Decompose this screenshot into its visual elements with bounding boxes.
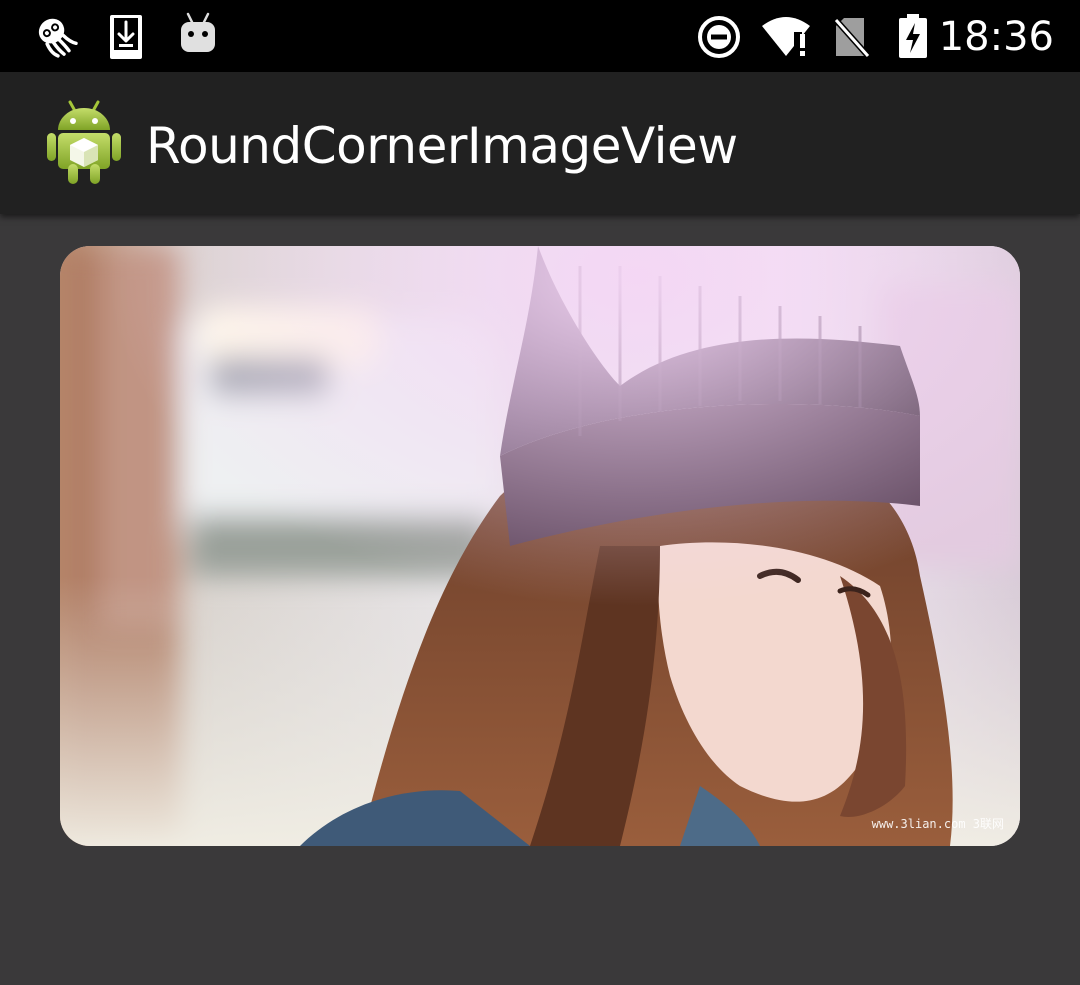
- content-area: www.3lian.com 3联网: [0, 214, 1080, 985]
- android-robot-icon: [181, 12, 215, 52]
- image-watermark: www.3lian.com 3联网: [871, 817, 1004, 831]
- do-not-disturb-icon: [698, 16, 740, 58]
- app-bar: RoundCornerImageView: [0, 72, 1080, 214]
- app-title: RoundCornerImageView: [146, 117, 738, 175]
- wifi-alert-icon: [762, 17, 810, 56]
- squid-icon: [38, 18, 78, 58]
- download-icon: [110, 15, 142, 59]
- round-corner-image[interactable]: www.3lian.com 3联网: [60, 246, 1020, 846]
- status-bar: 18:36: [0, 0, 1080, 72]
- no-sim-icon: [833, 18, 871, 58]
- battery-charging-icon: [899, 14, 927, 58]
- android-app-icon: [47, 100, 121, 184]
- status-time: 18:36: [938, 14, 1054, 60]
- photo-image: [60, 246, 1020, 846]
